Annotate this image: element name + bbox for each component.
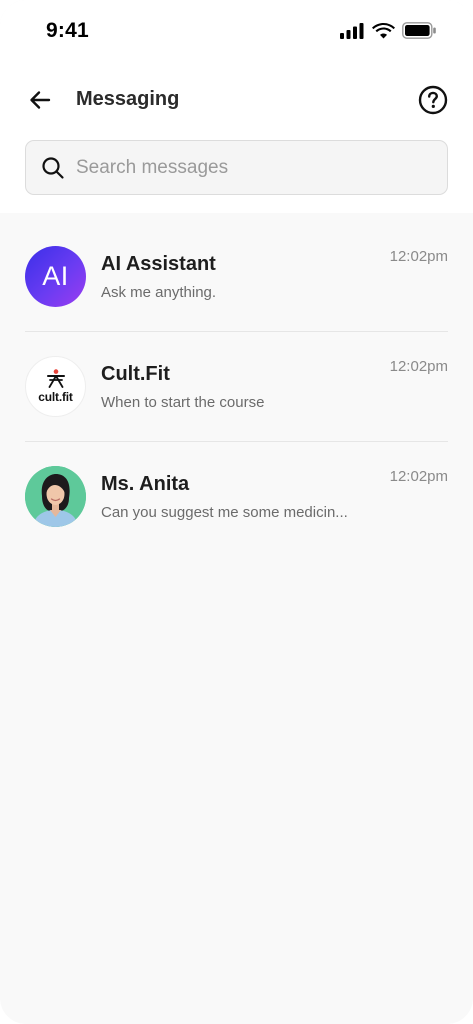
help-button[interactable]: [417, 84, 449, 116]
avatar-initials: AI: [42, 261, 69, 291]
cult-fit-logo-icon: [46, 369, 65, 388]
conversation-item-cult-fit[interactable]: cult.fit Cult.Fit When to start the cour…: [0, 332, 473, 442]
person-photo-icon: [25, 466, 86, 527]
header: Messaging: [0, 78, 473, 122]
conversation-preview: Can you suggest me some medicin...: [101, 504, 348, 521]
cult-fit-logo-text: cult.fit: [38, 390, 73, 404]
conversation-preview: When to start the course: [101, 394, 265, 411]
question-circle-icon: [418, 85, 448, 115]
avatar: AI: [25, 246, 86, 307]
arrow-left-icon: [30, 91, 51, 109]
conversation-name: Ms. Anita: [101, 473, 190, 495]
conversation-preview: Ask me anything.: [101, 284, 217, 301]
back-button[interactable]: [24, 84, 56, 116]
phone-screen: 9:41 Messaging Search messages AI AI Ass…: [0, 0, 473, 1024]
status-time: 9:41: [46, 19, 89, 42]
conversation-time: 12:02pm: [389, 248, 448, 265]
avatar: cult.fit: [25, 356, 86, 417]
top-section: 9:41 Messaging Search messages: [0, 0, 473, 213]
conversation-item-ai-assistant[interactable]: AI AI Assistant Ask me anything. 12:02pm: [0, 222, 473, 332]
status-bar: 9:41: [0, 0, 473, 64]
battery-icon: [402, 22, 436, 39]
search-icon: [42, 157, 64, 179]
page-title: Messaging: [76, 88, 180, 110]
cellular-signal-icon: [340, 22, 364, 39]
conversation-item-ms-anita[interactable]: Ms. Anita Can you suggest me some medici…: [0, 442, 473, 552]
avatar: [25, 466, 86, 527]
conversation-time: 12:02pm: [389, 358, 448, 375]
search-input[interactable]: [76, 141, 436, 194]
conversation-name: Cult.Fit: [101, 363, 170, 385]
conversation-list: AI AI Assistant Ask me anything. 12:02pm…: [0, 222, 473, 552]
conversation-time: 12:02pm: [389, 468, 448, 485]
status-icons: [340, 22, 437, 39]
conversation-name: AI Assistant: [101, 253, 216, 275]
search-bar[interactable]: [25, 140, 448, 195]
wifi-icon: [372, 23, 395, 39]
